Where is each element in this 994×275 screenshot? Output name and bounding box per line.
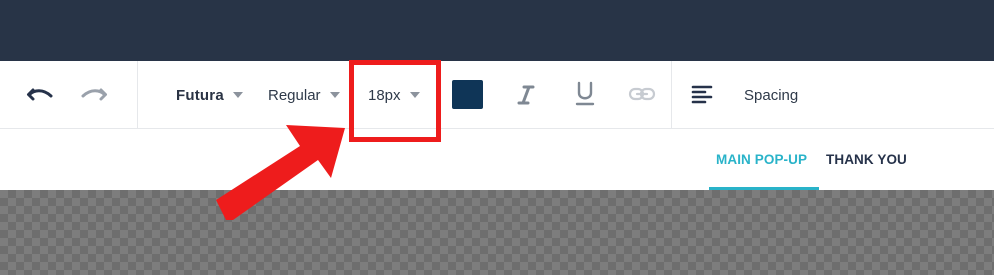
text-color-swatch[interactable] xyxy=(452,80,483,109)
toolbar-divider xyxy=(137,61,138,129)
tab-main-popup-label: MAIN POP-UP xyxy=(716,152,808,167)
underline-button[interactable] xyxy=(572,80,598,108)
link-button[interactable] xyxy=(627,84,657,104)
font-family-dropdown[interactable]: Futura xyxy=(176,61,243,129)
link-icon xyxy=(628,87,656,101)
chevron-down-icon xyxy=(329,92,340,98)
font-size-value: 18px xyxy=(368,86,401,104)
redo-button[interactable] xyxy=(78,82,110,106)
font-weight-value: Regular xyxy=(268,86,321,104)
spacing-button[interactable]: Spacing xyxy=(744,61,798,129)
align-button[interactable] xyxy=(689,82,715,108)
editor-canvas[interactable] xyxy=(0,190,994,275)
tab-thank-you[interactable]: THANK YOU xyxy=(826,129,907,190)
undo-button[interactable] xyxy=(24,82,56,106)
undo-icon xyxy=(27,88,53,101)
spacing-label: Spacing xyxy=(744,86,799,104)
step-tabs-bar: MAIN POP-UP THANK YOU xyxy=(0,129,994,190)
italic-icon xyxy=(517,85,535,105)
underline-icon xyxy=(575,81,595,106)
italic-button[interactable] xyxy=(513,82,539,108)
text-formatting-toolbar xyxy=(0,61,994,129)
redo-icon xyxy=(81,88,107,101)
chevron-down-icon xyxy=(409,92,420,98)
app-header-bar xyxy=(0,0,994,61)
chevron-down-icon xyxy=(232,92,243,98)
align-left-icon xyxy=(691,85,713,104)
font-weight-dropdown[interactable]: Regular xyxy=(268,61,340,129)
tab-main-popup[interactable]: MAIN POP-UP xyxy=(716,129,807,190)
font-size-dropdown[interactable]: 18px xyxy=(368,61,420,129)
font-family-value: Futura xyxy=(176,86,224,104)
tab-thank-you-label: THANK YOU xyxy=(826,152,907,167)
toolbar-divider xyxy=(671,61,672,129)
